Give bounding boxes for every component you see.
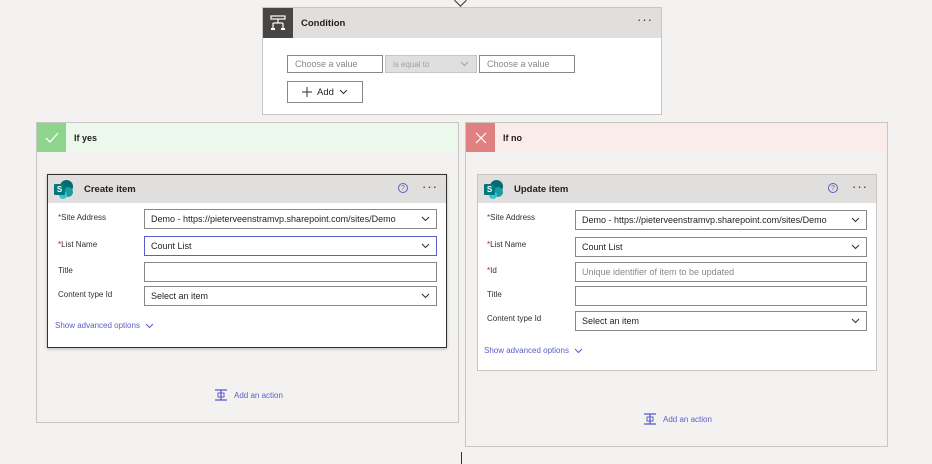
content-type-label: Content type Id	[58, 290, 113, 299]
flow-connector-bottom	[461, 452, 462, 464]
branch-no-label: If no	[503, 132, 522, 143]
sharepoint-icon: S	[484, 179, 504, 199]
list-name-value: Count List	[582, 242, 623, 252]
site-address-label: *Site Address	[58, 213, 107, 222]
show-advanced-options-link[interactable]: Show advanced options	[55, 321, 154, 330]
title-input[interactable]	[144, 262, 437, 282]
branch-yes-header[interactable]: If yes	[37, 123, 458, 152]
title-input[interactable]	[575, 286, 867, 306]
create-item-card[interactable]: S Create item ? ··· *Site Address Demo -…	[47, 174, 447, 348]
condition-left-value[interactable]: Choose a value	[287, 55, 383, 73]
add-action-icon	[215, 389, 227, 401]
chevron-down-icon	[421, 243, 430, 249]
site-address-value: Demo - https://pieterveenstramvp.sharepo…	[582, 215, 827, 225]
id-input[interactable]: Unique identifier of item to be updated	[575, 262, 867, 282]
site-address-value: Demo - https://pieterveenstramvp.sharepo…	[151, 214, 396, 224]
branch-if-no: If no S Update item ? ··· *Site Address …	[465, 122, 888, 447]
branch-yes-label: If yes	[74, 132, 98, 143]
more-icon[interactable]: ···	[637, 13, 653, 26]
show-advanced-options-link[interactable]: Show advanced options	[484, 346, 583, 355]
help-icon[interactable]: ?	[828, 183, 838, 193]
plus-icon	[302, 87, 313, 97]
help-icon[interactable]: ?	[398, 183, 408, 193]
content-type-select[interactable]: Select an item	[575, 311, 867, 331]
add-an-action-no[interactable]: Add an action	[643, 413, 712, 425]
add-an-action-yes[interactable]: Add an action	[214, 389, 283, 401]
more-icon[interactable]: ···	[422, 180, 438, 193]
chevron-down-icon	[421, 293, 430, 299]
condition-right-placeholder: Choose a value	[487, 59, 550, 69]
add-action-icon	[644, 413, 656, 425]
site-address-label: *Site Address	[487, 213, 536, 222]
condition-header[interactable]: Condition ···	[263, 8, 661, 38]
sharepoint-icon: S	[54, 179, 74, 199]
add-label: Add	[317, 86, 334, 98]
branch-if-yes: If yes S Create item ? ··· *Site Address…	[36, 122, 459, 423]
update-item-card[interactable]: S Update item ? ··· *Site Address Demo -…	[477, 174, 877, 371]
condition-operator-value: is equal to	[393, 59, 430, 69]
id-placeholder: Unique identifier of item to be updated	[582, 267, 735, 277]
list-name-select[interactable]: Count List	[575, 237, 867, 257]
condition-add-button[interactable]: Add	[287, 81, 363, 103]
condition-title: Condition	[301, 17, 346, 29]
update-item-title: Update item	[514, 183, 569, 195]
chevron-down-icon	[339, 89, 348, 95]
site-address-select[interactable]: Demo - https://pieterveenstramvp.sharepo…	[575, 210, 867, 230]
content-type-label: Content type Id	[487, 314, 542, 323]
content-type-select[interactable]: Select an item	[144, 286, 437, 306]
create-item-header[interactable]: S Create item ? ···	[48, 175, 446, 203]
chevron-down-icon	[574, 348, 583, 353]
chevron-down-icon	[851, 318, 860, 324]
more-icon[interactable]: ···	[852, 180, 868, 193]
chevron-down-icon	[421, 216, 430, 222]
condition-card[interactable]: Condition ··· Choose a value is equal to…	[262, 7, 662, 115]
chevron-down-icon	[851, 244, 860, 250]
flow-arrow	[454, 0, 467, 7]
checkmark-icon	[37, 123, 66, 152]
content-type-value: Select an item	[582, 316, 640, 326]
title-label: Title	[487, 290, 502, 299]
chevron-down-icon	[145, 323, 154, 328]
condition-left-placeholder: Choose a value	[295, 59, 358, 69]
list-name-label: *List Name	[58, 240, 98, 249]
list-name-value: Count List	[151, 241, 192, 251]
update-item-header[interactable]: S Update item ? ···	[478, 175, 876, 203]
list-name-label: *List Name	[487, 240, 527, 249]
condition-icon	[263, 8, 293, 38]
list-name-select[interactable]: Count List	[144, 236, 437, 256]
title-label: Title	[58, 266, 73, 275]
chevron-down-icon	[460, 61, 469, 67]
chevron-down-icon	[851, 217, 860, 223]
content-type-value: Select an item	[151, 291, 209, 301]
condition-operator-select[interactable]: is equal to	[385, 55, 477, 73]
create-item-title: Create item	[84, 183, 136, 195]
branch-no-header[interactable]: If no	[466, 123, 887, 152]
close-icon	[466, 123, 495, 152]
condition-right-value[interactable]: Choose a value	[479, 55, 575, 73]
id-label: *Id	[487, 266, 497, 275]
site-address-select[interactable]: Demo - https://pieterveenstramvp.sharepo…	[144, 209, 437, 229]
